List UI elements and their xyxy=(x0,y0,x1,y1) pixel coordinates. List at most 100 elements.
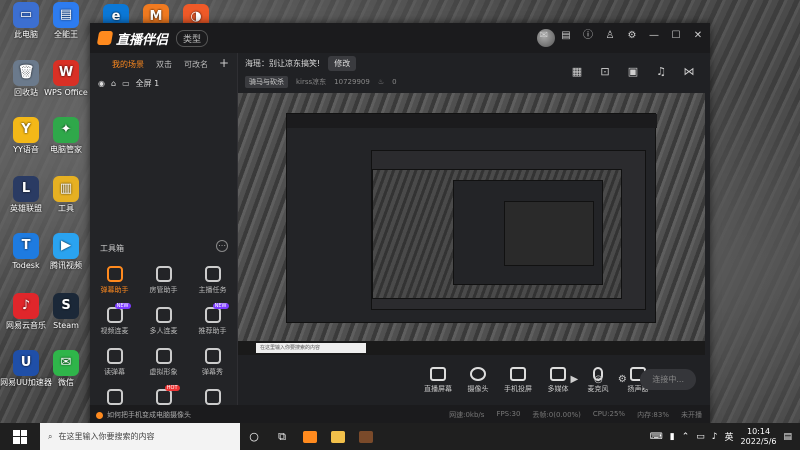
mail-icon[interactable]: ✉ xyxy=(538,30,550,42)
live-companion-taskbar-icon[interactable] xyxy=(296,423,324,450)
share-icon[interactable]: ⋈ xyxy=(683,66,695,78)
clock[interactable]: 10:14 2022/5/6 xyxy=(741,427,777,447)
taskbar-search[interactable]: ⌕ 在这里输入你要搜索的内容 xyxy=(40,423,240,450)
pause-icon[interactable]: ◎ xyxy=(592,374,604,386)
tip-text: 如何把手机变成电脑摄像头 xyxy=(107,411,191,419)
unlock-icon[interactable]: ⊡ xyxy=(599,66,611,78)
phone-camera-tip[interactable]: 如何把手机变成电脑摄像头 xyxy=(96,410,191,420)
settings-icon[interactable]: ⚙ xyxy=(626,30,638,42)
app-icon: W xyxy=(53,60,79,86)
up-arrow-icon[interactable]: ⌃ xyxy=(682,432,690,442)
tool-button[interactable]: 虚拟形象 xyxy=(139,348,188,377)
type-button[interactable]: 类型 xyxy=(176,29,209,47)
bell-icon[interactable]: ♫ xyxy=(655,66,667,78)
app-logo: 直播伴侣 xyxy=(96,29,169,48)
input-method[interactable]: 英 xyxy=(725,430,734,443)
app-icon: U xyxy=(13,350,39,376)
tool-label: 读弹幕 xyxy=(104,368,125,376)
desktop-icon[interactable]: ▶ 腾讯视频 xyxy=(40,233,92,271)
gear-icon[interactable]: ⚙ xyxy=(616,374,628,386)
file-explorer-icon[interactable] xyxy=(324,423,352,450)
screen-icon xyxy=(430,366,446,381)
app-icon: ♪ xyxy=(13,293,39,319)
eye-icon[interactable]: ◉ xyxy=(98,79,105,88)
streamer-name: kirss凉东 xyxy=(296,78,327,86)
camera-button[interactable]: 摄像头 xyxy=(458,366,498,394)
desktop-icon[interactable]: ▥ 工具 xyxy=(40,176,92,214)
tab-my-scenes[interactable]: 我的场景 xyxy=(112,59,144,70)
title-icons: ✉ ▤ ⓘ ♙ ⚙ — ☐ ✕ xyxy=(538,30,704,42)
fps: FPS:30 xyxy=(496,410,521,418)
category-tag[interactable]: 骑马与砍杀 xyxy=(245,76,288,88)
stream-tools: ▦ ⊡ ▣ ♫ ⋈ xyxy=(571,66,695,78)
heat-count: 0 xyxy=(392,78,397,86)
record-icon[interactable]: ▶ xyxy=(568,374,580,386)
edit-title-button[interactable]: 修改 xyxy=(328,56,357,71)
desktop-icon[interactable]: ▤ 全能王 xyxy=(40,2,92,40)
dropped-frames: 丢帧:0(0.00%) xyxy=(532,411,581,419)
tip-icon xyxy=(96,411,103,419)
desktop-icon[interactable]: S Steam xyxy=(40,293,92,331)
tool-icon xyxy=(106,266,123,282)
tool-badge: HOT xyxy=(164,385,180,391)
feedback-icon[interactable]: ▤ xyxy=(560,30,572,42)
tool-icon xyxy=(204,266,221,282)
tool-button[interactable]: 弹幕秀 xyxy=(188,348,237,377)
start-button[interactable] xyxy=(0,423,40,450)
tool-icon xyxy=(204,348,221,364)
screenshot-icon[interactable]: ▣ xyxy=(627,66,639,78)
notification-icon[interactable]: ▤ xyxy=(783,432,792,442)
screen-capture-button[interactable]: 直播屏幕 xyxy=(418,366,458,394)
live-preview[interactable]: 在这里输入你要搜索的内容 xyxy=(238,93,705,355)
cpu-usage: CPU:25% xyxy=(592,410,626,418)
tool-label: 推荐助手 xyxy=(198,327,227,335)
desktop-icon[interactable]: ✉ 微信 xyxy=(40,350,92,388)
info-icon[interactable]: ⓘ xyxy=(582,30,594,42)
desktop-icon[interactable]: W WPS Office xyxy=(40,60,92,98)
go-live-button[interactable]: 连接中... xyxy=(640,369,696,390)
date: 2022/5/6 xyxy=(740,436,777,446)
app-icon: ▥ xyxy=(53,176,79,202)
scene-tabs: 我的场景 双击 可改名 xyxy=(90,53,237,70)
network-icon[interactable]: ▭ xyxy=(696,432,705,442)
shirt-icon[interactable]: ♙ xyxy=(604,30,616,42)
search-icon: ⌕ xyxy=(48,431,53,441)
tool-button[interactable]: NEW 视频连麦 xyxy=(90,303,139,336)
lock-icon[interactable]: ⌂ xyxy=(111,79,116,88)
phone-cast-button[interactable]: 手机投屏 xyxy=(498,366,538,394)
tool-button[interactable]: 多人连麦 xyxy=(139,307,188,336)
tool-button[interactable]: 读弹幕 xyxy=(90,348,139,377)
keyboard-icon[interactable]: ⌨ xyxy=(650,432,663,442)
scene-item[interactable]: ◉ ⌂ ▭ 全屏 1 xyxy=(90,70,237,89)
live-status: 未开播 xyxy=(681,411,702,419)
app-icon: 🗑 xyxy=(13,60,39,86)
task-switch-icon[interactable]: ⧉ xyxy=(268,423,296,450)
desktop-icon-label: Steam xyxy=(53,321,79,330)
app-name: 直播伴侣 xyxy=(116,32,169,48)
add-scene-button[interactable]: + xyxy=(219,56,229,70)
mic-tray-icon[interactable]: ▮ xyxy=(670,432,675,442)
tab-renamable[interactable]: 可改名 xyxy=(184,59,208,70)
tool-button[interactable]: 房管助手 xyxy=(139,266,188,295)
task-view-icon[interactable]: ○ xyxy=(240,423,268,450)
tool-button[interactable]: 主播任务 xyxy=(188,266,237,295)
toolbox-header: 工具箱 ⋯ xyxy=(90,240,238,254)
more-icon[interactable]: ⋯ xyxy=(216,240,228,252)
tool-grid: 弹幕助手 房管助手 主播任务 NEW 视频连麦 多人连麦 NEW 推荐助手读弹幕 虚拟形象 弹幕秀… xyxy=(90,266,238,408)
volume-icon[interactable]: ♪ xyxy=(712,432,718,442)
maximize-icon[interactable]: ☐ xyxy=(670,30,682,42)
tool-icon xyxy=(106,389,123,405)
windows-taskbar: ⌕ 在这里输入你要搜索的内容 ○ ⧉ ⌨ ▮ ⌃ ▭ ♪ 英 10:14 2022/… xyxy=(0,423,800,450)
game-taskbar-icon[interactable] xyxy=(352,423,380,450)
close-icon[interactable]: ✕ xyxy=(692,30,704,42)
layout-icon[interactable]: ▦ xyxy=(571,66,583,78)
tool-icon: NEW xyxy=(204,303,229,323)
tool-button[interactable]: NEW 推荐助手 xyxy=(188,303,237,336)
desktop-icon[interactable]: ✦ 电脑管家 xyxy=(40,117,92,155)
live-companion-window: 直播伴侣 类型 ✉ ▤ ⓘ ♙ ⚙ — ☐ ✕ 我的场景 双击 可改名 + ◉ xyxy=(90,23,710,425)
fire-icon: ♨ xyxy=(377,78,385,86)
minimize-icon[interactable]: — xyxy=(648,30,660,42)
tool-button[interactable]: 弹幕助手 xyxy=(90,266,139,295)
tab-double-click[interactable]: 双击 xyxy=(156,59,172,70)
tool-icon xyxy=(155,348,172,364)
